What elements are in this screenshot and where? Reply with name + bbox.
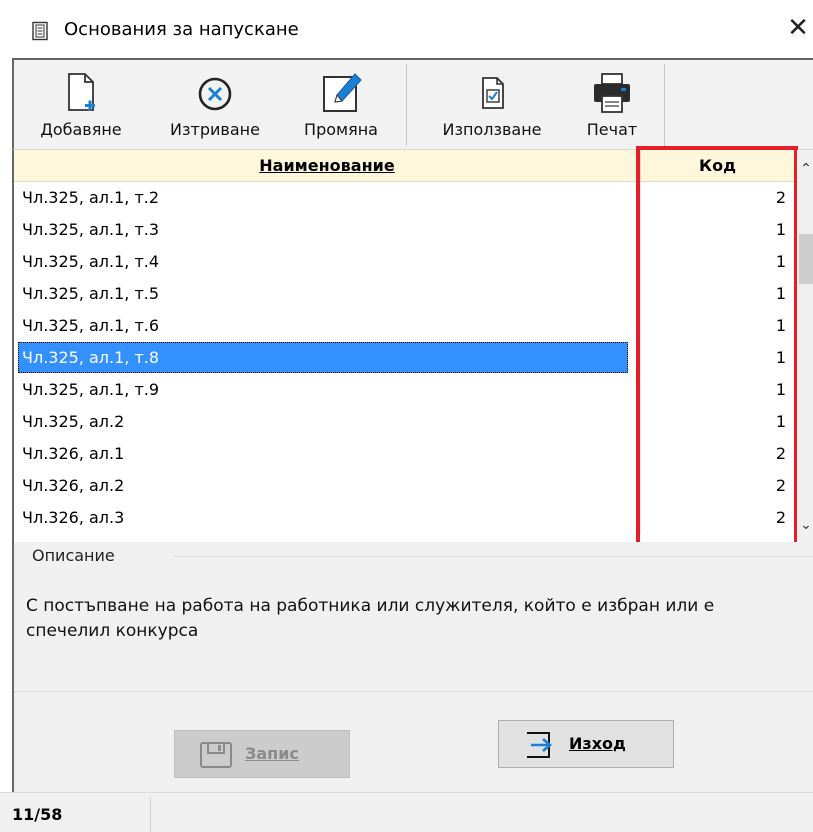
- exit-button[interactable]: Изход: [498, 720, 674, 768]
- row-code-cell: 1: [640, 374, 794, 406]
- toolbar: Добавяне Изтриване Промяна Използване Пе…: [12, 58, 813, 150]
- row-name-cell: Чл.326, ал.2: [22, 476, 125, 495]
- row-code-cell: 1: [640, 406, 794, 438]
- table-row[interactable]: Чл.325, ал.1, т.4 1: [14, 246, 797, 278]
- table-row[interactable]: Чл.326, ал.1 2: [14, 438, 797, 470]
- row-code-cell: 1: [640, 310, 794, 342]
- save-button-label: Запис: [245, 744, 299, 763]
- row-code-cell: 2: [640, 502, 794, 534]
- scrollbar-thumb[interactable]: [799, 234, 813, 284]
- footer: Запис Изход: [12, 692, 813, 792]
- print-button[interactable]: Печат: [566, 60, 658, 148]
- row-name-cell: Чл.325, ал.1, т.4: [22, 252, 160, 271]
- toolbar-separator: [664, 64, 665, 146]
- grid-rows: Чл.325, ал.1, т.2 2 Чл.325, ал.1, т.3 1 Чл.3…: [14, 182, 797, 534]
- table-row[interactable]: Чл.326, ал.3 2: [14, 502, 797, 534]
- table-row[interactable]: Чл.325, ал.1, т.5 1: [14, 278, 797, 310]
- column-header-code[interactable]: Код: [640, 150, 794, 182]
- description-text: С постъпване на работа на работника или …: [26, 596, 715, 641]
- scroll-up-arrow-icon[interactable]: ⌃: [797, 158, 813, 180]
- table-row[interactable]: Чл.325, ал.2 1: [14, 406, 797, 438]
- edit-pencil-icon: [323, 73, 362, 112]
- row-code-cell: 2: [640, 438, 794, 470]
- new-document-icon: [68, 73, 95, 111]
- exit-button-label: Изход: [569, 734, 626, 753]
- row-code-cell: 2: [640, 182, 794, 214]
- vertical-scrollbar[interactable]: ⌃ ⌄: [797, 150, 813, 542]
- row-name-cell: Чл.325, ал.2: [22, 412, 125, 431]
- row-name-cell: Чл.325, ал.1, т.3: [22, 220, 160, 239]
- row-code-cell: 1: [640, 278, 794, 310]
- status-separator: [150, 797, 151, 832]
- table-row[interactable]: Чл.325, ал.1, т.8 1: [14, 342, 797, 374]
- delete-button[interactable]: Изтриване: [148, 60, 282, 148]
- window-title: Основания за напускане: [64, 19, 299, 40]
- save-disk-icon: [200, 742, 232, 768]
- print-button-label: Печат: [586, 120, 638, 139]
- row-code-cell: 1: [640, 342, 794, 374]
- row-name-cell: Чл.325, ал.1, т.2: [22, 188, 160, 207]
- use-document-icon: [482, 77, 504, 109]
- record-position: 11/58: [12, 805, 63, 824]
- use-button-label: Използване: [442, 120, 542, 139]
- edit-button-label: Промяна: [304, 120, 378, 139]
- grid-header: Наименование Код: [14, 150, 797, 182]
- save-button[interactable]: Запис: [174, 730, 350, 778]
- description-divider: [174, 556, 813, 557]
- row-code-cell: 2: [640, 470, 794, 502]
- row-name-cell: Чл.325, ал.1, т.9: [22, 380, 160, 399]
- close-button[interactable]: ✕: [783, 8, 813, 48]
- delete-button-label: Изтриване: [170, 120, 260, 139]
- row-name-cell: Чл.325, ал.1, т.8: [18, 342, 628, 373]
- row-code-cell: 1: [640, 246, 794, 278]
- add-button[interactable]: Добавяне: [14, 60, 148, 148]
- document-list-icon: [32, 21, 48, 41]
- row-code-cell: 1: [640, 214, 794, 246]
- delete-circle-icon: [198, 77, 232, 111]
- title-bar: Основания за напускане ✕: [0, 0, 813, 58]
- scroll-down-arrow-icon[interactable]: ⌄: [797, 514, 813, 536]
- status-bar: 11/58: [0, 792, 813, 832]
- row-name-cell: Чл.325, ал.1, т.5: [22, 284, 160, 303]
- row-name-cell: Чл.326, ал.1: [22, 444, 125, 463]
- use-button[interactable]: Използване: [418, 60, 566, 148]
- row-name-cell: Чл.326, ал.3: [22, 508, 125, 527]
- table-row[interactable]: Чл.325, ал.1, т.9 1: [14, 374, 797, 406]
- dialog-window: Основания за напускане ✕ Добавяне Изтрив…: [0, 0, 813, 832]
- toolbar-separator: [406, 64, 407, 146]
- reasons-grid[interactable]: Наименование Код Чл.325, ал.1, т.2 2 Чл.32…: [12, 146, 813, 546]
- edit-button[interactable]: Промяна: [282, 60, 400, 148]
- add-button-label: Добавяне: [40, 120, 122, 139]
- column-header-name[interactable]: Наименование: [14, 150, 640, 182]
- description-legend: Описание: [32, 545, 121, 567]
- printer-icon: [594, 73, 630, 113]
- table-row[interactable]: Чл.325, ал.1, т.2 2: [14, 182, 797, 214]
- table-row[interactable]: Чл.326, ал.2 2: [14, 470, 797, 502]
- description-group: Описание С постъпване на работа на работ…: [12, 542, 813, 692]
- table-row[interactable]: Чл.325, ал.1, т.6 1: [14, 310, 797, 342]
- table-row[interactable]: Чл.325, ал.1, т.3 1: [14, 214, 797, 246]
- row-name-cell: Чл.325, ал.1, т.6: [22, 316, 160, 335]
- exit-arrow-icon: [527, 732, 552, 758]
